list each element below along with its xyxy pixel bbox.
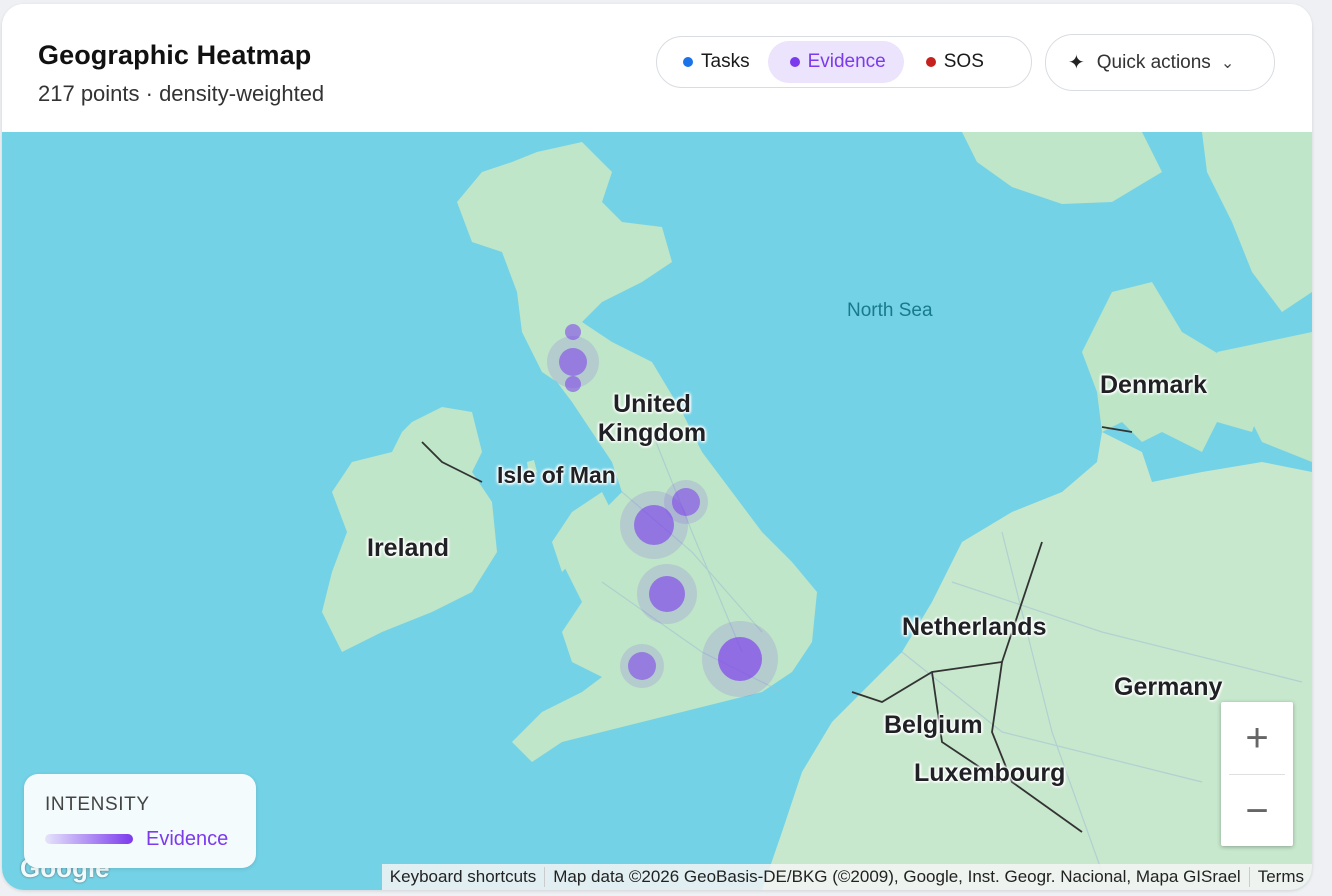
sea-label-north-sea: North Sea: [847, 300, 933, 321]
quick-actions-button[interactable]: ✦ Quick actions ⌄: [1045, 34, 1275, 91]
zoom-control: + −: [1221, 702, 1293, 846]
filter-evidence[interactable]: Evidence: [767, 41, 904, 83]
country-label-isle-of-man: Isle of Man: [497, 462, 616, 488]
legend-gradient-bar: [45, 834, 133, 844]
terms-link[interactable]: Terms: [1248, 867, 1312, 887]
map-attribution: Keyboard shortcuts Map data ©2026 GeoBas…: [381, 864, 1312, 890]
country-label-belgium: Belgium: [884, 711, 983, 739]
filter-evidence-label: Evidence: [807, 51, 886, 72]
tasks-dot-icon: [683, 57, 693, 67]
country-label-denmark: Denmark: [1100, 371, 1207, 399]
keyboard-shortcuts-link[interactable]: Keyboard shortcuts: [382, 867, 544, 887]
page-title: Geographic Heatmap: [38, 40, 312, 70]
filter-sos[interactable]: SOS: [904, 41, 1002, 83]
heat-cluster-london: [702, 621, 778, 697]
country-label-germany: Germany: [1114, 673, 1223, 701]
sparkle-icon: ✦: [1068, 52, 1085, 74]
chevron-down-icon: ⌄: [1220, 54, 1235, 72]
point-count-subtitle: 217 points · density-weighted: [38, 81, 325, 106]
intensity-legend: INTENSITY Evidence: [24, 774, 256, 868]
country-label-ireland: Ireland: [367, 534, 449, 562]
card-header: Geographic Heatmap 217 points · density-…: [2, 4, 1312, 132]
zoom-in-button[interactable]: +: [1221, 702, 1293, 774]
map-canvas[interactable]: North Sea United Kingdom Ireland Isle of…: [2, 132, 1312, 890]
map-data-text: Map data ©2026 GeoBasis-DE/BKG (©2009), …: [544, 867, 1248, 887]
country-label-uk: United Kingdom: [597, 390, 707, 447]
country-label-uk-1: United Kingdom: [592, 390, 712, 448]
filter-tasks-label: Tasks: [701, 51, 750, 72]
country-label-luxembourg: Luxembourg: [914, 759, 1066, 787]
heatmap-card: Geographic Heatmap 217 points · density-…: [2, 4, 1312, 890]
country-label-netherlands: Netherlands: [902, 613, 1047, 641]
evidence-dot-icon: [789, 57, 800, 67]
heat-cluster-bristol: [620, 644, 664, 688]
filter-sos-label: SOS: [943, 51, 984, 72]
legend-title: INTENSITY: [45, 794, 150, 815]
legend-series-label: Evidence: [146, 828, 229, 850]
sos-dot-icon: [925, 57, 936, 67]
zoom-out-button[interactable]: −: [1221, 775, 1293, 847]
filter-tasks[interactable]: Tasks: [661, 41, 768, 83]
heat-cluster-birmingham: [637, 564, 697, 624]
layer-filter-group: Tasks Evidence SOS: [656, 36, 1032, 88]
quick-actions-label: Quick actions: [1096, 51, 1211, 73]
